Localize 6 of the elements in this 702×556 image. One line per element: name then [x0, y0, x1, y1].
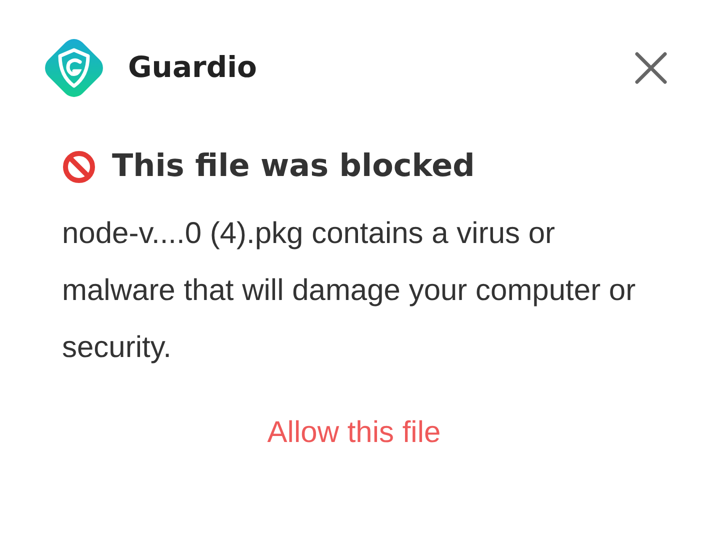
alert-title: This file was blocked: [112, 148, 475, 186]
brand-name: Guardio: [128, 49, 257, 86]
blocked-icon: [62, 150, 96, 184]
alert-message: node-v....0 (4).pkg contains a virus or malware that will damage your computer or security.: [61, 216, 637, 366]
close-icon: [634, 51, 668, 85]
allow-file-link[interactable]: Allow this file: [263, 410, 445, 456]
